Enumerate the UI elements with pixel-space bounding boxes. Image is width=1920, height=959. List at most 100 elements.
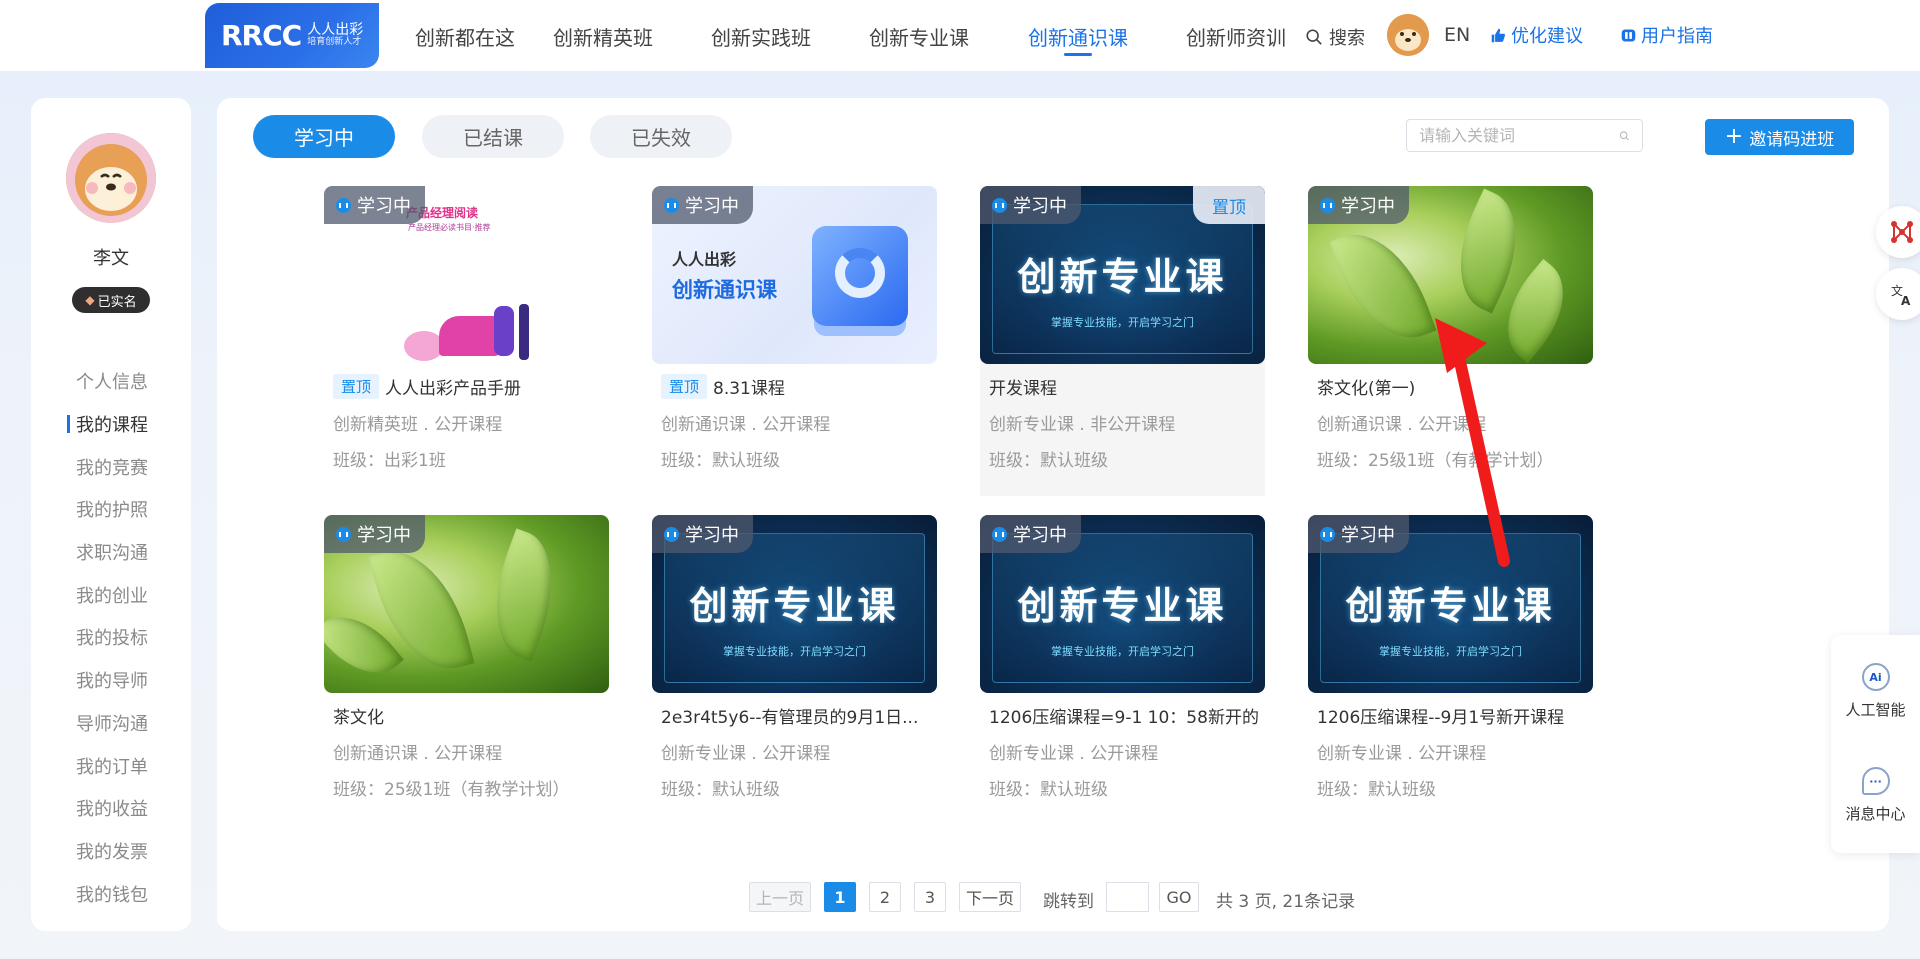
course-title[interactable]: 1206压缩课程=9-1 10：58新开的 — [980, 703, 1265, 728]
thumbs-up-icon — [1491, 28, 1506, 42]
thumbnail-subtitle: 掌握专业技能，开启学习之门 — [1051, 645, 1194, 658]
tab-studying[interactable]: 学习中 — [253, 115, 395, 158]
sidebar-item-my-startup[interactable]: 我的创业 — [31, 573, 191, 616]
sidebar-item-my-invoices[interactable]: 我的发票 — [31, 830, 191, 873]
language-switch[interactable]: EN — [1444, 24, 1470, 46]
nav-item-general-course[interactable]: 创新通识课 — [1028, 22, 1128, 51]
pin-to-top-button[interactable]: 置顶 — [1193, 186, 1265, 224]
tab-expired[interactable]: 已失效 — [590, 115, 732, 158]
course-category: 创新精英班 . 公开课程 — [333, 415, 503, 435]
page-button[interactable]: 1 — [824, 882, 856, 912]
status-badge-label: 学习中 — [1341, 196, 1395, 217]
verified-badge: ◆ 已实名 — [72, 287, 150, 313]
suggestion-link[interactable]: 优化建议 — [1490, 22, 1583, 48]
course-card[interactable]: 人人出彩 创新通识课 学习中 置顶 8.31课程 创新通识课 . 公开课程 班级：… — [652, 186, 937, 471]
search-input[interactable] — [1419, 126, 1619, 145]
course-card[interactable]: 创新专业课 掌握专业技能，开启学习之门 学习中 2e3r4t5y6--有管理员的… — [652, 515, 937, 800]
course-category: 创新专业课 . 公开课程 — [661, 744, 831, 764]
invite-code-join-button[interactable]: + 邀请码进班 — [1705, 119, 1854, 155]
translate-button[interactable]: 文 A — [1876, 268, 1920, 320]
course-category: 创新专业课 . 非公开课程 — [989, 415, 1176, 435]
sidebar-item-mentor-chat[interactable]: 导师沟通 — [31, 702, 191, 745]
user-guide-link[interactable]: 用户指南 — [1620, 22, 1713, 48]
course-thumbnail: 人人出彩 创新通识课 学习中 — [652, 186, 937, 364]
prev-page-button[interactable]: 上一页 — [749, 882, 811, 912]
tab-finished[interactable]: 已结课 — [422, 115, 564, 158]
avatar[interactable] — [1387, 14, 1429, 56]
sidebar-item-my-courses[interactable]: 我的课程 — [31, 403, 191, 446]
jump-page-input[interactable] — [1106, 882, 1149, 912]
thumbnail-title: 创新专业课 — [689, 584, 900, 628]
nav-active-indicator — [1064, 53, 1092, 56]
course-title[interactable]: 开发课程 — [980, 374, 1265, 399]
logo-text: 人人出彩 培育创新人才 — [307, 22, 363, 48]
course-card[interactable]: 创新专业课 掌握专业技能，开启学习之门 学习中 1206压缩课程=9-1 10：… — [980, 515, 1265, 800]
search-icon[interactable] — [1619, 128, 1630, 144]
sidebar-item-my-wallet[interactable]: 我的钱包 — [31, 872, 191, 915]
sidebar-item-my-orders[interactable]: 我的订单 — [31, 744, 191, 787]
pause-icon — [992, 197, 1007, 213]
status-badge: 学习中 — [652, 515, 753, 553]
nav-item-practice-class[interactable]: 创新实践班 — [711, 22, 811, 51]
course-thumbnail: 创新专业课 掌握专业技能，开启学习之门 学习中 — [1308, 515, 1593, 693]
sidebar-item-job-chat[interactable]: 求职沟通 — [31, 531, 191, 574]
course-class: 班级：默认班级 — [661, 780, 780, 800]
status-badge-label: 学习中 — [1013, 525, 1067, 546]
course-card[interactable]: 学习中 茶文化(第一) 创新通识课 . 公开课程 班级：25级1班（有教学计划） — [1308, 186, 1593, 471]
pause-icon — [992, 526, 1007, 542]
nav-item-professional-course[interactable]: 创新专业课 — [869, 22, 969, 51]
course-card[interactable]: 学习中 茶文化 创新通识课 . 公开课程 班级：25级1班（有教学计划） — [324, 515, 609, 800]
status-badge: 学习中 — [1308, 186, 1409, 224]
nav-search[interactable]: 搜索 — [1305, 24, 1365, 50]
sidebar: 李文 ◆ 已实名 个人信息 我的课程 我的竞赛 我的护照 求职沟通 我的创业 我… — [31, 98, 191, 931]
site-logo[interactable]: RRCC 人人出彩 培育创新人才 — [205, 3, 379, 68]
thumbnail-subtitle: 掌握专业技能，开启学习之门 — [723, 645, 866, 658]
status-badge-label: 学习中 — [1013, 196, 1067, 217]
message-center-button[interactable]: ··· 消息中心 — [1831, 767, 1920, 824]
ai-icon: Ai — [1861, 663, 1890, 691]
course-category: 创新专业课 . 公开课程 — [1317, 744, 1487, 764]
diamond-icon: ◆ — [85, 293, 95, 307]
course-title[interactable]: 置顶 人人出彩产品手册 — [324, 374, 609, 399]
thumbnail-subtitle: 掌握专业技能，开启学习之门 — [1051, 316, 1194, 329]
user-guide-label: 用户指南 — [1641, 26, 1713, 47]
thumbnail-title: 创新专业课 — [1345, 584, 1556, 628]
tea-leaf-image — [1329, 217, 1437, 355]
status-badge-label: 学习中 — [357, 196, 411, 217]
sidebar-item-my-mentor[interactable]: 我的导师 — [31, 659, 191, 702]
course-title[interactable]: 1206压缩课程--9月1号新开课程 — [1308, 703, 1593, 728]
svg-text:A: A — [1901, 294, 1911, 307]
pinned-tag: 置顶 — [661, 374, 708, 399]
network-tool-button[interactable] — [1876, 206, 1920, 258]
next-page-button[interactable]: 下一页 — [959, 882, 1021, 912]
ai-assistant-button[interactable]: Ai 人工智能 — [1831, 663, 1920, 720]
network-icon — [1891, 221, 1913, 243]
course-category: 创新通识课 . 公开课程 — [333, 744, 503, 764]
page-button[interactable]: 2 — [869, 882, 901, 912]
nav-item-innovation-hub[interactable]: 创新都在这 — [415, 22, 515, 51]
sidebar-item-my-earnings[interactable]: 我的收益 — [31, 787, 191, 830]
sidebar-item-my-bids[interactable]: 我的投标 — [31, 616, 191, 659]
course-card[interactable]: 创新专业课 掌握专业技能，开启学习之门 学习中 置顶 开发课程 创新专业课 . … — [980, 186, 1265, 496]
message-center-label: 消息中心 — [1845, 805, 1906, 823]
go-button[interactable]: GO — [1159, 882, 1199, 912]
nav-item-elite-class[interactable]: 创新精英班 — [553, 22, 653, 51]
course-title[interactable]: 置顶 8.31课程 — [652, 374, 937, 399]
pause-icon — [1320, 526, 1335, 542]
page-button[interactable]: 3 — [914, 882, 946, 912]
course-class: 班级：25级1班（有教学计划） — [1317, 451, 1554, 471]
pinned-tag: 置顶 — [333, 374, 380, 399]
course-title[interactable]: 茶文化(第一) — [1308, 374, 1593, 399]
course-title[interactable]: 茶文化 — [324, 703, 609, 728]
course-class: 班级：默认班级 — [989, 451, 1108, 471]
profile-avatar[interactable] — [66, 133, 156, 223]
course-card[interactable]: 创新专业课 掌握专业技能，开启学习之门 学习中 1206压缩课程--9月1号新开… — [1308, 515, 1593, 800]
course-title-text: 人人出彩产品手册 — [385, 379, 522, 399]
sidebar-item-profile[interactable]: 个人信息 — [31, 360, 191, 403]
course-card[interactable]: 产品经理阅读 产品经理必读书目·推荐 学习中 置顶 人人出彩产品手册 创新精英班 … — [324, 186, 609, 471]
nav-item-teacher-training[interactable]: 创新师资训 — [1186, 22, 1286, 51]
sidebar-item-my-passport[interactable]: 我的护照 — [31, 488, 191, 531]
sidebar-item-my-competitions[interactable]: 我的竞赛 — [31, 445, 191, 488]
course-title[interactable]: 2e3r4t5y6--有管理员的9月1日... — [652, 703, 937, 728]
thumbnail-illustration — [404, 331, 444, 361]
